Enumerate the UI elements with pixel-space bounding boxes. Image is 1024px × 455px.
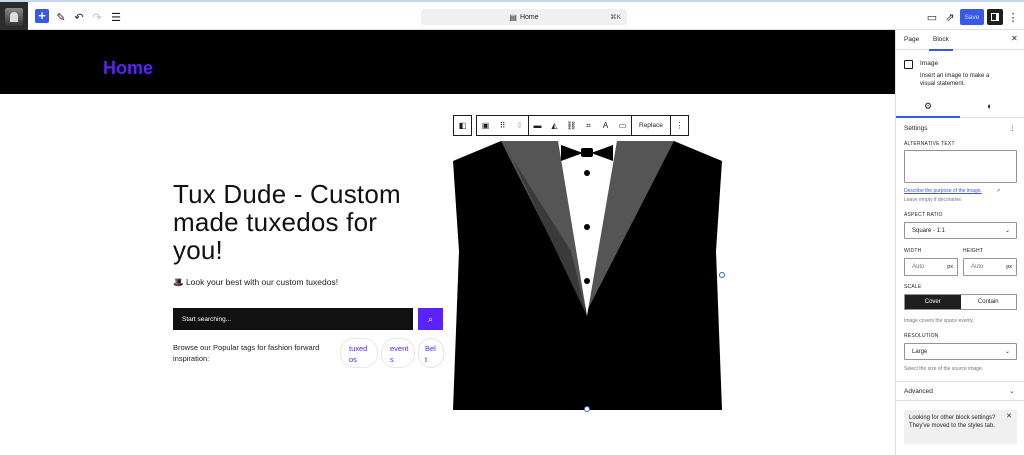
active-tab-indicator — [896, 116, 960, 118]
crop-icon[interactable]: ⌗ — [580, 116, 597, 135]
aspect-ratio-label: ASPECT RATIO — [904, 212, 943, 218]
styles-half-circle-icon[interactable]: ◐ — [987, 101, 992, 111]
document-title: Home — [519, 13, 539, 21]
view-page-icon[interactable]: ⇗ — [942, 9, 958, 25]
move-arrows-icon[interactable]: ⇕ — [511, 116, 528, 135]
resolution-help: Select the size of the source image. — [904, 366, 984, 372]
chevron-down-icon: ⌄ — [1004, 349, 1010, 355]
block-card-title: Image — [920, 60, 939, 67]
replace-button[interactable]: Replace — [632, 122, 670, 129]
alt-text-help-link[interactable]: Describe the purpose of the image. — [904, 188, 982, 194]
resolution-label: RESOLUTION — [904, 333, 939, 339]
image-block-icon — [904, 60, 913, 69]
settings-heading[interactable]: Settings — [904, 125, 928, 132]
command-shortcut: ⌘K — [610, 14, 621, 21]
tuxedo-image[interactable] — [453, 141, 722, 410]
block-card-description: Insert an image to make a visual stateme… — [920, 73, 990, 87]
align-icon[interactable]: ▬ — [529, 116, 546, 135]
more-options-icon[interactable]: ⋮ — [671, 116, 688, 135]
editor-top-bar: + ✎ ↶ ↷ ☰ ▤ Home ⌘K ▭ ⇗ Save ⋮ — [0, 0, 1024, 32]
close-icon[interactable]: ✕ — [1006, 413, 1012, 421]
page-icon: ▤ — [509, 12, 517, 22]
height-input[interactable]: Auto px — [963, 258, 1017, 276]
site-icon-button[interactable] — [0, 2, 28, 32]
scale-cover-option[interactable]: Cover — [905, 295, 961, 309]
duotone-icon[interactable]: ◭ — [546, 116, 563, 135]
advanced-label: Advanced — [904, 388, 933, 395]
document-bar[interactable]: ▤ Home ⌘K — [421, 9, 627, 25]
resize-handle-bottom[interactable] — [584, 406, 590, 412]
resize-handle-right[interactable] — [719, 272, 725, 278]
alt-text-help: Leave empty if decorative. — [904, 197, 963, 203]
aspect-ratio-value: Square - 1:1 — [912, 227, 946, 234]
notice-text: Looking for other block settings? They'v… — [909, 415, 996, 429]
settings-gear-icon[interactable]: ⚙ — [924, 101, 932, 112]
settings-menu-icon[interactable]: ⋮ — [1009, 124, 1016, 132]
pen-tool-icon[interactable]: ✎ — [53, 9, 69, 25]
resolution-value: Large — [912, 348, 928, 355]
search-icon: ⌕ — [427, 313, 434, 324]
search-button[interactable]: ⌕ — [418, 308, 443, 330]
tab-block[interactable]: Block — [929, 36, 953, 51]
link-icon[interactable]: ⛓ — [563, 116, 580, 135]
tag-link-tuxedos[interactable]: tuxed os — [340, 338, 378, 368]
hero-subtitle[interactable]: 🎩 Look your best with our custom tuxedos… — [173, 277, 338, 288]
parent-block-group: ◧ — [453, 115, 472, 136]
block-controls-group: ▣ ⠿ ⇕ ▬ ◭ ⛓ ⌗ A ▭ Replace ⋮ — [476, 115, 689, 136]
styles-moved-notice: Looking for other block settings? They'v… — [904, 410, 1017, 444]
options-menu-icon[interactable]: ⋮ — [1005, 9, 1021, 25]
external-link-icon: ↗ — [996, 188, 1001, 194]
height-label: HEIGHT — [963, 248, 984, 254]
sidebar-tabs: Page Block ✕ — [896, 30, 1024, 51]
site-logo-image — [5, 8, 23, 26]
site-header: Home — [0, 30, 895, 94]
chevron-down-icon: ⌄ — [1009, 388, 1015, 395]
width-unit[interactable]: px — [947, 264, 953, 270]
alt-text-label: ALTERNATIVE TEXT — [904, 141, 955, 147]
close-icon[interactable]: ✕ — [1011, 34, 1018, 43]
width-input[interactable]: Auto px — [904, 258, 958, 276]
drag-handle-icon[interactable]: ⠿ — [494, 116, 511, 135]
sidebar-icon — [991, 13, 999, 21]
hero-heading[interactable]: Tux Dude - Custom made tuxedos for you! — [173, 180, 413, 264]
document-overview-icon[interactable]: ☰ — [108, 9, 124, 25]
chevron-down-icon: ⌄ — [1004, 228, 1010, 234]
editor-canvas: Home Tux Dude - Custom made tuxedos for … — [0, 30, 895, 455]
resolution-select[interactable]: Large ⌄ — [904, 343, 1017, 360]
settings-sidebar: Page Block ✕ Image Insert an image to ma… — [895, 30, 1024, 455]
search-input[interactable]: Start searching... — [173, 308, 413, 330]
tab-page[interactable]: Page — [904, 36, 919, 43]
browse-tags-text: Browse our Popular tags for fashion forw… — [173, 343, 320, 363]
height-unit[interactable]: px — [1006, 264, 1012, 270]
caption-icon[interactable]: ▭ — [614, 116, 631, 135]
site-title[interactable]: Home — [103, 58, 153, 79]
scale-help: Image covers the space evenly. — [904, 318, 974, 324]
alt-text-field[interactable] — [904, 150, 1017, 183]
width-label: WIDTH — [904, 248, 922, 254]
save-button[interactable]: Save — [960, 9, 984, 25]
settings-toggle-button[interactable] — [987, 9, 1003, 25]
tag-link-events[interactable]: event s — [381, 338, 415, 368]
inspector-tabs: ⚙ ◐ — [896, 96, 1024, 118]
tag-link-belt[interactable]: Bel t — [418, 338, 444, 368]
add-block-button[interactable]: + — [35, 9, 49, 23]
overlay-text-icon[interactable]: A — [597, 116, 614, 135]
scale-toggle-group: Cover Contain — [904, 294, 1017, 310]
width-placeholder: Auto — [912, 264, 925, 270]
scale-contain-option[interactable]: Contain — [961, 295, 1017, 309]
select-parent-icon[interactable]: ◧ — [454, 116, 471, 135]
aspect-ratio-select[interactable]: Square - 1:1 ⌄ — [904, 222, 1017, 239]
image-block-icon[interactable]: ▣ — [477, 116, 494, 135]
height-placeholder: Auto — [971, 264, 984, 270]
redo-icon[interactable]: ↷ — [89, 9, 105, 25]
undo-icon[interactable]: ↶ — [71, 9, 87, 25]
scale-label: SCALE — [904, 284, 922, 290]
block-toolbar: ◧ ▣ ⠿ ⇕ ▬ ◭ ⛓ ⌗ A ▭ Replace ⋮ — [453, 115, 693, 136]
tuxedo-illustration — [453, 141, 722, 410]
device-preview-icon[interactable]: ▭ — [924, 9, 940, 25]
advanced-panel-toggle[interactable]: Advanced ⌄ — [896, 381, 1024, 401]
